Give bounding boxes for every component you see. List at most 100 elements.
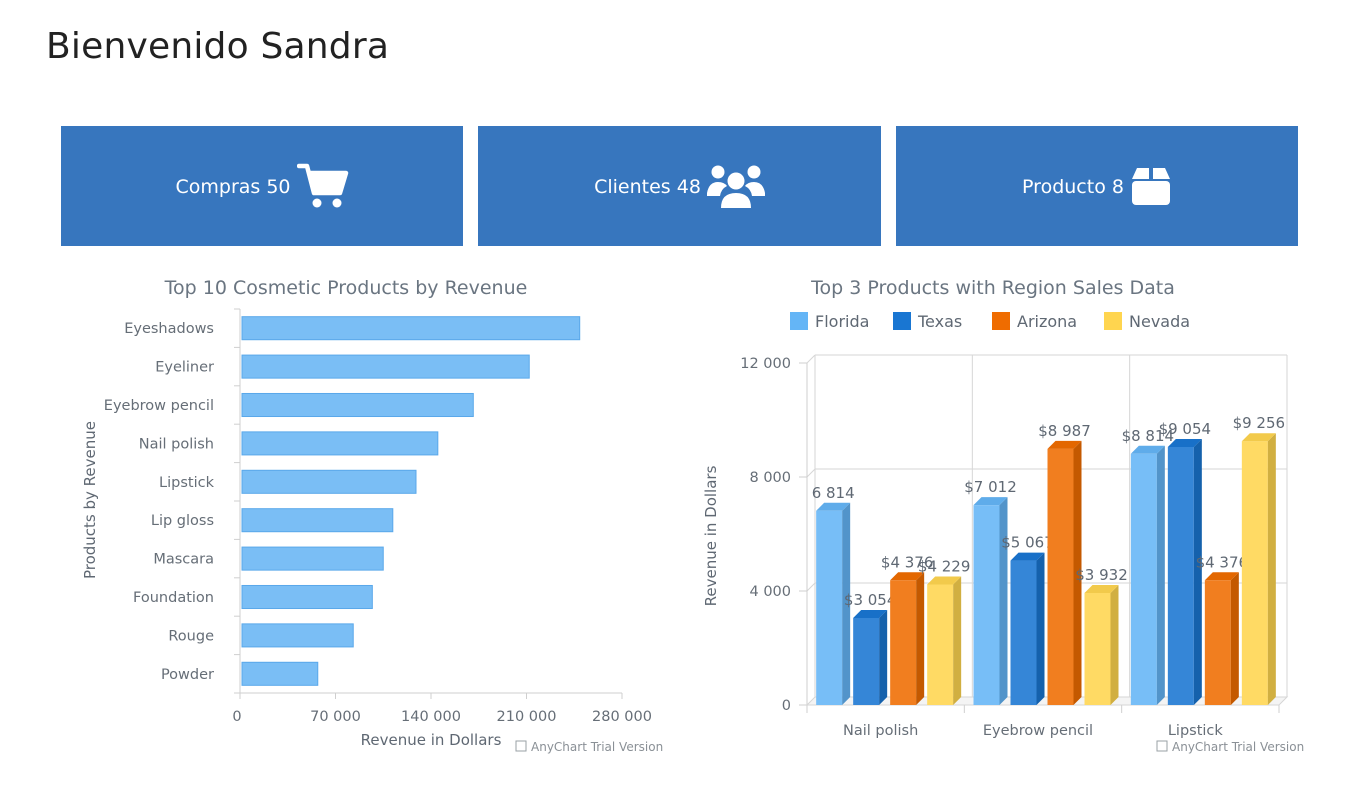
bar [241,316,581,341]
compras-label: Compras 50 [175,176,291,198]
legend-swatch [1104,312,1122,330]
producto-card[interactable]: Producto 8 [896,126,1298,246]
grid-line-side [806,468,816,478]
category-label: Lip gloss [151,513,214,529]
column-side [1230,572,1239,705]
column-bar [1204,572,1239,705]
shopping-cart-icon [296,163,349,209]
column-bar [973,497,1008,705]
data-label: $4 229 [918,557,971,575]
page-title: Bienvenido Sandra [46,26,390,67]
watermark-text: AnyChart Trial Version [1172,740,1304,754]
x-tick-label: 0 [232,709,241,725]
column-front [816,510,843,705]
column-bar [853,609,888,705]
column-bar [1241,433,1276,705]
category-label: Powder [161,667,214,683]
legend-label: Arizona [1017,312,1077,331]
producto-label: Producto 8 [1022,176,1124,198]
category-label: Mascara [153,552,214,568]
x-tick-label: Eyebrow pencil [983,723,1093,739]
data-label: $4 376 [1196,553,1249,571]
users-group-icon [706,163,765,209]
grid-line-side [806,582,816,592]
column-front [853,617,880,705]
watermark-icon [1156,740,1168,752]
column-bar [890,572,925,705]
column-front [1167,446,1194,705]
anychart-watermark: AnyChart Trial Version [1156,740,1304,754]
column-side [879,609,888,705]
grid-line-side [806,354,816,364]
bar [241,584,373,610]
x-axis-title: Revenue in Dollars [361,731,502,749]
bar [241,661,319,686]
x-tick-label: 280 000 [592,709,652,725]
box-icon [1130,165,1172,207]
data-label: $7 012 [964,478,1017,496]
bar [241,392,474,418]
column-side [1267,433,1276,705]
y-tick-label: 12 000 [740,356,791,372]
data-label: $3 054 [844,591,897,609]
y-axis-title: Products by Revenue [81,421,99,579]
bar [241,508,394,533]
watermark-text: AnyChart Trial Version [531,740,663,754]
column-bar [1167,438,1202,705]
bar [241,623,354,648]
column-bar [1130,445,1165,705]
column-bar [1010,552,1045,705]
legend-label: Florida [815,312,869,331]
column-front [1047,448,1074,705]
legend-item: Arizona [992,312,1077,331]
x-tick-label: Lipstick [1168,723,1224,739]
bar [241,469,417,494]
category-label: Eyeliner [155,360,214,376]
category-label: Lipstick [159,475,215,491]
column-side [953,576,962,705]
x-tick-label: 70 000 [310,709,361,725]
category-label: Eyeshadows [124,321,214,337]
chart-title: Top 10 Cosmetic Products by Revenue [164,277,528,299]
data-label: $9 256 [1233,414,1286,432]
column-front [1130,453,1157,705]
data-label: 6 814 [812,484,855,502]
legend-item: Nevada [1104,312,1190,331]
data-label: $9 054 [1159,420,1212,438]
column-front [1010,560,1037,705]
top10-products-chart: Top 10 Cosmetic Products by Revenue Eyesh… [81,277,663,754]
clientes-label: Clientes 48 [594,176,701,198]
y-tick-label: 4 000 [749,584,791,600]
legend-swatch [992,312,1010,330]
column-front [973,505,1000,705]
legend-swatch [893,312,911,330]
clientes-card[interactable]: Clientes 48 [478,126,881,246]
column-side [1193,438,1202,705]
column-side [916,572,925,705]
region-sales-chart: Top 3 Products with Region Sales Data Flo… [702,277,1304,754]
watermark-icon [515,740,527,752]
x-tick-label: 140 000 [401,709,461,725]
bar [241,431,439,456]
x-tick-label: 210 000 [497,709,557,725]
category-label: Rouge [168,628,214,644]
bar [241,546,384,571]
column-bar [927,576,962,705]
category-label: Nail polish [139,436,214,452]
data-label: $8 987 [1038,422,1091,440]
column-bar [1084,584,1119,705]
y-tick-label: 8 000 [749,470,791,486]
column-side [1110,584,1119,705]
compras-card[interactable]: Compras 50 [61,126,463,246]
data-label: $3 932 [1075,566,1128,584]
legend-label: Texas [917,312,962,331]
data-label: $5 067 [1001,534,1054,552]
column-front [1241,441,1268,705]
column-front [890,580,917,705]
column-side [1036,552,1045,705]
y-tick-label: 0 [782,698,791,714]
column-front [927,584,954,705]
chart-title: Top 3 Products with Region Sales Data [810,277,1175,299]
legend-label: Nevada [1129,312,1190,331]
category-label: Eyebrow pencil [104,398,214,414]
